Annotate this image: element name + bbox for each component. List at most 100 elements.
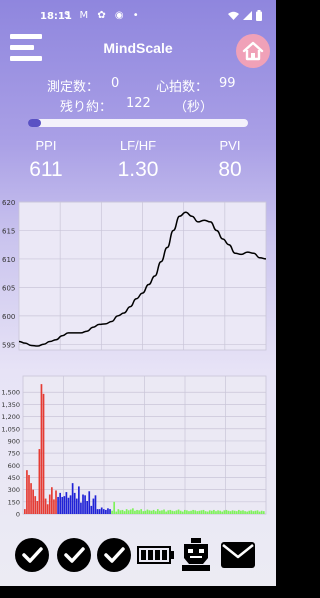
hist-bar-green (152, 509, 155, 514)
hist-bar-green (127, 510, 130, 514)
bottom-toolbar (0, 536, 276, 576)
hist-bar-green (163, 509, 165, 514)
hist-bar-green (231, 510, 234, 514)
hist-bar-green (213, 509, 215, 514)
hist-bar-green (150, 510, 153, 514)
metric-label: PVI (219, 138, 241, 153)
metric-ppi: PPI 611 (6, 138, 86, 182)
hist-bar-green (173, 511, 176, 514)
hist-bar-blue (88, 491, 91, 514)
hist-bar-blue (92, 498, 95, 514)
device-sensor-icon[interactable] (180, 538, 212, 572)
hist-bar-green (165, 511, 167, 514)
hist-bar-red (42, 393, 45, 514)
line-y-tick-label: 615 (2, 227, 15, 235)
hist-bar-red (44, 498, 47, 514)
hist-bar-blue (73, 492, 76, 514)
hist-bar-green (123, 511, 126, 514)
hist-bar-green (248, 510, 251, 514)
hist-bar-green (159, 510, 161, 514)
hist-bar-green (161, 510, 163, 514)
hist-bar-green (250, 510, 253, 514)
hist-bar-green (206, 511, 209, 514)
hist-bar-green (121, 509, 124, 514)
hist-bar-green (113, 501, 116, 514)
hist-bar-green (260, 510, 263, 514)
hist-bar-green (221, 511, 224, 514)
hist-bar-green (125, 509, 128, 514)
hist-bar-red (34, 496, 37, 514)
hist-bar-green (169, 509, 172, 514)
hist-bar-blue (69, 495, 72, 514)
home-button[interactable] (236, 34, 270, 68)
menu-bar-icon (10, 34, 42, 39)
hist-bar-green (235, 511, 238, 514)
hist-bar-green (200, 510, 203, 514)
progress-fill (28, 119, 42, 127)
hist-bar-green (244, 511, 246, 514)
hist-bar-green (225, 509, 228, 514)
battery-icon (256, 10, 262, 21)
heart-rate-value: 99 (219, 76, 236, 91)
mail-icon[interactable] (220, 541, 256, 569)
metric-label: LF/HF (119, 138, 157, 153)
hist-bar-green (237, 509, 240, 514)
hist-bar-green (246, 511, 248, 514)
hist-bar-green (146, 509, 149, 514)
progress-bar (28, 119, 248, 127)
hist-bar-green (256, 510, 259, 514)
hist-bar-blue (59, 492, 61, 514)
hist-bar-green (242, 510, 244, 514)
hist-bar-green (138, 510, 140, 514)
battery-level-icon[interactable] (137, 546, 175, 564)
hist-bar-green (202, 509, 205, 514)
hist-bar-green (210, 510, 213, 514)
check-button-1[interactable] (14, 537, 50, 573)
metric-label: PPI (35, 138, 57, 153)
hist-y-tick-label: 1,500 (1, 389, 20, 397)
hist-bar-green (223, 510, 226, 514)
hist-bar-blue (96, 509, 99, 514)
count-label: 測定数： (47, 80, 100, 95)
hist-bar-red (32, 489, 34, 514)
hist-bar-green (194, 510, 197, 514)
hist-bar-blue (67, 497, 70, 514)
hist-bar-green (186, 510, 188, 514)
hist-bar-green (204, 511, 207, 514)
notification-icons: S M ✿ ◉ • (64, 10, 142, 21)
hist-y-tick-label: 750 (8, 450, 20, 458)
count-value: 0 (111, 76, 120, 91)
app-screen: 18:11 S M ✿ ◉ • MindScale 測定数： 0 心拍数： 99… (0, 0, 276, 598)
signal-icon (243, 11, 252, 20)
hist-bar-blue (105, 509, 107, 514)
hist-bar-green (188, 511, 190, 514)
hist-bar-red (28, 475, 30, 514)
metric-value: 1.30 (117, 158, 159, 181)
hist-bar-green (196, 511, 199, 514)
hist-bar-green (111, 510, 113, 514)
hist-bar-green (183, 509, 186, 514)
hist-bar-red (24, 509, 26, 514)
hist-bar-green (198, 510, 201, 514)
hist-bar-red (36, 501, 39, 514)
check-button-2[interactable] (56, 537, 92, 573)
hist-bar-green (219, 510, 221, 514)
hist-bar-blue (61, 496, 64, 514)
hist-bar-green (171, 510, 174, 514)
remaining-value: 122 (126, 96, 151, 111)
hist-y-tick-label: 1,050 (1, 425, 20, 433)
hist-bar-green (177, 509, 180, 514)
hist-bar-red (51, 487, 53, 514)
hist-bar-green (258, 511, 261, 514)
check-button-3[interactable] (96, 537, 132, 573)
status-right (228, 10, 262, 21)
hist-bar-blue (78, 486, 80, 514)
hist-bar-green (181, 511, 184, 514)
hist-bar-green (156, 509, 159, 514)
hist-y-tick-label: 1,200 (1, 413, 20, 421)
app-title: MindScale (103, 40, 173, 56)
hist-bar-green (233, 510, 236, 514)
hist-bar-green (254, 510, 257, 514)
line-y-tick-label: 605 (2, 284, 15, 292)
hist-bar-green (119, 510, 122, 514)
